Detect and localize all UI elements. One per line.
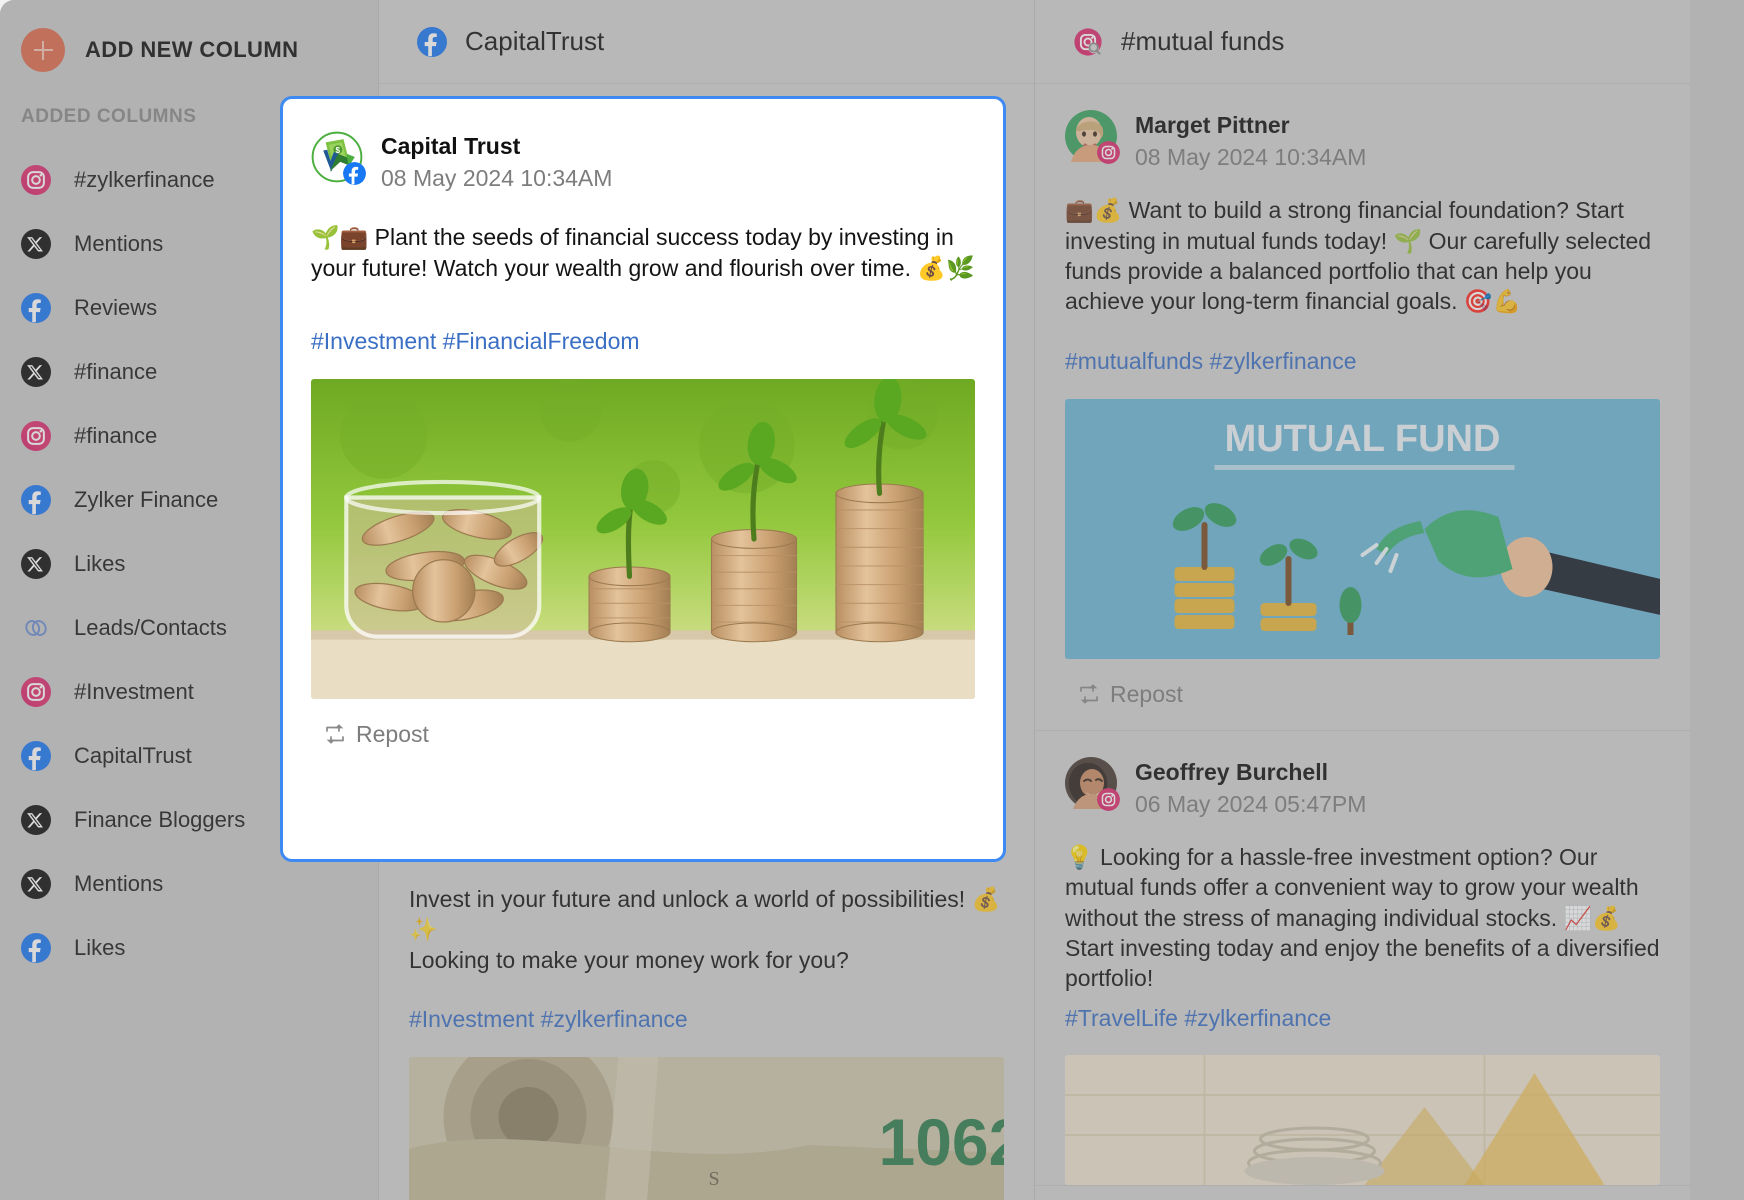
- post-media-coins-photo[interactable]: [311, 378, 975, 699]
- repost-icon: [323, 722, 347, 746]
- post-author: Capital Trust: [381, 133, 521, 159]
- facebook-icon: [343, 162, 366, 185]
- social-dashboard: ADD NEW COLUMN ADDED COLUMNS #zylkerfina…: [0, 0, 1744, 1200]
- repost-button[interactable]: Repost: [311, 699, 975, 770]
- focused-post-card: Capital Trust 08 May 2024 10:34AM 🌱💼 Pla…: [280, 96, 1006, 862]
- repost-label: Repost: [356, 720, 429, 747]
- post-timestamp: 08 May 2024 10:34AM: [381, 165, 613, 192]
- post-hashtags[interactable]: #Investment #FinancialFreedom: [311, 327, 975, 357]
- post-header: Capital Trust 08 May 2024 10:34AM: [311, 131, 975, 194]
- post-text: 🌱💼 Plant the seeds of financial success …: [311, 224, 975, 281]
- avatar[interactable]: [311, 131, 363, 183]
